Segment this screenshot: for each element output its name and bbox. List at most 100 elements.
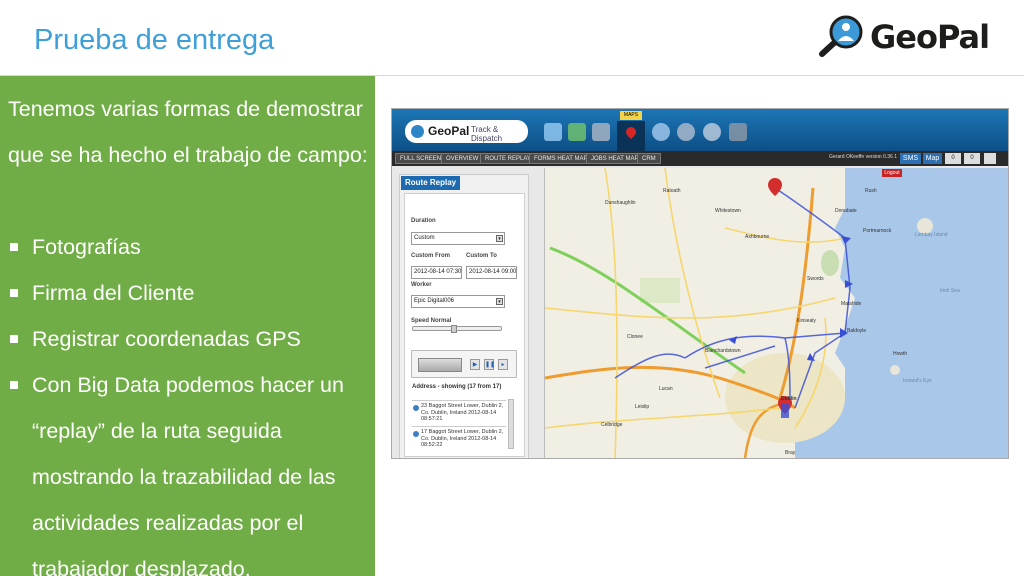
app-screenshot: GeoPal Track & Dispatch MAPS FULL SCREEN… xyxy=(391,108,1009,459)
bullet-square-icon xyxy=(10,335,18,343)
worker-label: Worker xyxy=(411,282,432,288)
map-place-label: Dublin xyxy=(781,396,797,402)
speed-slider[interactable] xyxy=(412,325,502,333)
app-tagline: Track & Dispatch xyxy=(471,125,503,143)
start-marker-icon xyxy=(768,178,782,196)
chevron-down-icon: ▾ xyxy=(496,235,503,242)
nav-forms-heat-map[interactable]: FORMS HEAT MAP xyxy=(529,153,593,164)
nav-crm[interactable]: CRM xyxy=(637,153,661,164)
address-scrollbar[interactable] xyxy=(508,399,514,449)
pie-chart-icon[interactable] xyxy=(652,123,670,141)
bullet-square-icon xyxy=(10,289,18,297)
user-info: Gerard OKeeffe version 0.36.1 xyxy=(829,154,898,160)
bullet-item: Registrar coordenadas GPS xyxy=(8,316,370,362)
bullet-text: Fotografías xyxy=(32,235,141,259)
address-header: Address - showing (17 from 17) xyxy=(412,384,502,390)
next-icon[interactable]: ▸ xyxy=(498,359,508,370)
map-place-label: Kinsealy xyxy=(797,318,816,324)
map-place-label: Ashbourne xyxy=(745,234,770,240)
logo-text: GeoPal xyxy=(870,18,990,56)
map-place-label: Bray xyxy=(785,450,796,456)
count-badge[interactable]: 0 xyxy=(945,153,961,164)
map-place-label: Blanchardstown xyxy=(705,348,741,354)
bullet-square-icon xyxy=(10,381,18,389)
map-place-label: Howth xyxy=(893,351,908,357)
bullet-square-icon xyxy=(10,243,18,251)
map-place-label: Clonee xyxy=(627,334,643,340)
app-logo: GeoPal Track & Dispatch xyxy=(405,120,528,143)
slide-header: Prueba de entrega GeoPal xyxy=(0,0,1024,76)
pause-icon[interactable]: ❚❚ xyxy=(484,359,495,370)
worker-select[interactable]: Epic Digital006 ▾ xyxy=(411,295,505,308)
map-place-label: Portmarnock xyxy=(863,228,892,234)
slider-knob[interactable] xyxy=(451,325,457,333)
map-place-label: Dunshaughlin xyxy=(605,200,636,206)
bullet-item: Firma del Cliente xyxy=(8,270,370,316)
address-text: 17 Baggot Street Lower, Dublin 2, Co. Du… xyxy=(421,429,504,448)
sms-button[interactable]: SMS xyxy=(900,153,921,164)
magnifier-globe-icon xyxy=(819,15,863,57)
settings-icon[interactable] xyxy=(729,123,747,141)
bullet-list: Fotografías Firma del Cliente Registrar … xyxy=(8,224,370,576)
route-map[interactable]: Dunshaughlin Ratoath Ashbourne Swords Ma… xyxy=(544,168,1008,458)
speed-label: Speed Normal xyxy=(411,318,452,324)
to-label: Custom To xyxy=(466,253,497,259)
info-icon xyxy=(413,405,419,411)
map-place-label: Ratoath xyxy=(663,188,681,194)
address-item[interactable]: 17 Baggot Street Lower, Dublin 2, Co. Du… xyxy=(412,426,506,450)
geopal-logo: GeoPal xyxy=(818,14,998,64)
map-button[interactable]: Map xyxy=(923,153,942,164)
map-place-label: Donabate xyxy=(835,208,857,214)
map-place-label: Lambay Island xyxy=(915,232,948,238)
nav-route-replay[interactable]: ROUTE REPLAY xyxy=(480,153,536,164)
app-nav-bar: FULL SCREEN OVERVIEW ROUTE REPLAY FORMS … xyxy=(392,151,1008,166)
from-label: Custom From xyxy=(411,253,450,259)
duration-value: Custom xyxy=(414,235,435,241)
map-place-label: Ireland's Eye xyxy=(903,378,932,384)
map-place-label: Swords xyxy=(807,276,824,282)
maps-tab[interactable] xyxy=(617,121,645,151)
app-main: Route Replay Duration Custom ▾ Custom Fro… xyxy=(392,166,1008,458)
map-place-label: Leixlip xyxy=(635,404,650,410)
duration-select[interactable]: Custom ▾ xyxy=(411,232,505,245)
globe-icon xyxy=(411,125,424,138)
bullet-item: Fotografías xyxy=(8,224,370,270)
maps-tab-label: MAPS xyxy=(620,111,642,120)
replay-progress xyxy=(418,358,462,372)
content-panel: Tenemos varias formas de demostrar que s… xyxy=(0,76,375,576)
slide-title: Prueba de entrega xyxy=(34,24,275,56)
monitor-icon[interactable] xyxy=(544,123,562,141)
user-icon[interactable] xyxy=(677,123,695,141)
map-place-label: Baldoyle xyxy=(847,328,867,334)
to-input[interactable]: 2012-08-14 09:00 xyxy=(466,266,517,279)
count-badge[interactable]: 0 xyxy=(964,153,980,164)
replay-controls: ▶ ❚❚ ▸ xyxy=(411,350,517,378)
bullet-text: Con Big Data podemos hacer un “replay” d… xyxy=(32,373,344,576)
nav-full-screen[interactable]: FULL SCREEN xyxy=(395,153,447,164)
intro-text: Tenemos varias formas de demostrar que s… xyxy=(8,97,368,167)
bullet-text: Registrar coordenadas GPS xyxy=(32,327,301,351)
bullet-item: Con Big Data podemos hacer un “replay” d… xyxy=(8,362,370,576)
bullet-text: Firma del Cliente xyxy=(32,281,195,305)
logout-button[interactable]: Logout xyxy=(882,169,902,177)
map-pin-icon xyxy=(623,124,639,140)
map-place-label: Malahide xyxy=(841,301,862,307)
duration-label: Duration xyxy=(411,218,436,224)
nav-overview[interactable]: OVERVIEW xyxy=(441,153,484,164)
chart-icon[interactable] xyxy=(568,123,586,141)
address-text: 23 Baggot Street Lower, Dublin 2, Co. Du… xyxy=(421,403,504,422)
home-icon[interactable] xyxy=(984,153,996,164)
map-place-label: Celbridge xyxy=(601,422,623,428)
address-item[interactable]: 23 Baggot Street Lower, Dublin 2, Co. Du… xyxy=(412,400,506,424)
panel-title[interactable]: Route Replay xyxy=(401,176,461,190)
grid-icon[interactable] xyxy=(592,123,610,141)
app-logo-text: GeoPal xyxy=(428,124,470,138)
info-icon[interactable] xyxy=(703,123,721,141)
map-place-label: Lucan xyxy=(659,386,673,392)
play-icon[interactable]: ▶ xyxy=(470,359,480,370)
worker-value: Epic Digital006 xyxy=(414,298,455,304)
app-top-bar: GeoPal Track & Dispatch MAPS xyxy=(392,109,1008,151)
from-input[interactable]: 2012-08-14 07:30 xyxy=(411,266,462,279)
info-icon xyxy=(413,431,419,437)
nav-jobs-heat-map[interactable]: JOBS HEAT MAP xyxy=(586,153,644,164)
